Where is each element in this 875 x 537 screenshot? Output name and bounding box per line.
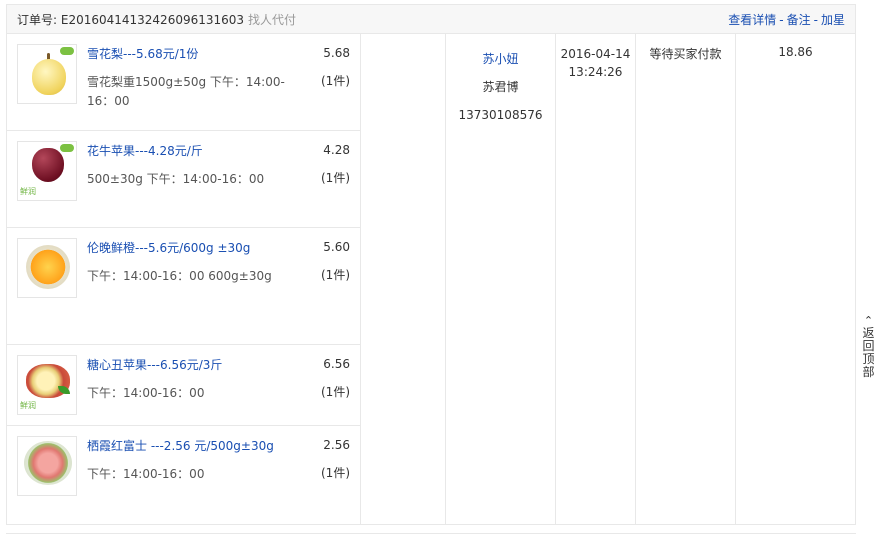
add-star-link[interactable]: 加星 [821, 13, 845, 27]
list-item: 伦晚鲜橙---5.6元/600g ±30g 下午：14:00-16：00 600… [7, 228, 360, 345]
list-item: 鲜润 糖心丑苹果---6.56元/3斤 下午：14:00-16：00 6.56 … [7, 345, 360, 426]
red-apple-icon[interactable]: 鲜润 [17, 141, 77, 201]
orange-icon[interactable] [17, 238, 77, 298]
product-spec: 下午：14:00-16：00 600g±30g [87, 269, 272, 283]
list-item: 栖霞红富士 ---2.56 元/500g±30g 下午：14:00-16：00 … [7, 426, 360, 524]
product-name-link[interactable]: 伦晚鲜橙---5.6元/600g ±30g [87, 238, 287, 258]
unit-price: 5.68 [323, 46, 350, 60]
quantity: (1件) [321, 466, 350, 480]
action-separator: - [813, 12, 818, 27]
product-spec: 500±30g 下午：14:00-16：00 [87, 172, 265, 186]
action-separator: - [779, 12, 784, 27]
unit-price: 6.56 [323, 357, 350, 371]
product-spec: 雪花梨重1500g±50g 下午：14:00-16：00 [87, 75, 285, 108]
pear-icon[interactable] [17, 44, 77, 104]
quantity: (1件) [321, 268, 350, 282]
order-card: 订单号: E20160414132426096131603 找人代付 查看详情 - 备… [6, 4, 856, 525]
cut-apple-icon[interactable]: 鲜润 [17, 355, 77, 415]
order-total: 18.86 [778, 45, 813, 59]
order-status: 等待买家付款 [649, 47, 722, 61]
remark-link[interactable]: 备注 [787, 13, 811, 27]
product-name-link[interactable]: 雪花梨---5.68元/1份 [87, 44, 287, 64]
product-spec: 下午：14:00-16：00 [87, 386, 205, 400]
refund-column [361, 34, 446, 524]
buyer-phone: 13730108576 [458, 108, 543, 122]
unit-price: 5.60 [323, 240, 350, 254]
buyer-column: 苏小妞 苏君博 13730108576 [446, 34, 556, 524]
buyer-nickname-link[interactable]: 苏小妞 [446, 45, 555, 73]
product-name-link[interactable]: 栖霞红富士 ---2.56 元/500g±30g [87, 436, 287, 456]
view-details-link[interactable]: 查看详情 [728, 13, 776, 27]
items-column: 雪花梨---5.68元/1份 雪花梨重1500g±50g 下午：14:00-16… [7, 34, 361, 524]
quantity: (1件) [321, 74, 350, 88]
time-column: 2016-04-14 13:24:26 [556, 34, 636, 524]
order-clock: 13:24:26 [568, 65, 623, 79]
unit-price: 2.56 [323, 438, 350, 452]
order-date: 2016-04-14 [560, 47, 631, 61]
next-order-divider [6, 533, 856, 537]
quantity: (1件) [321, 171, 350, 185]
list-item: 鲜润 花牛苹果---4.28元/斤 500±30g 下午：14:00-16：00… [7, 131, 360, 228]
fuji-apple-icon[interactable] [17, 436, 77, 496]
order-number: 订单号: E20160414132426096131603 [17, 12, 245, 27]
back-to-top-button[interactable]: ⌃ 返 回 顶 部 [862, 314, 875, 379]
total-column: 18.86 [736, 34, 855, 524]
order-actions: 查看详情 - 备注 - 加星 [728, 11, 845, 28]
back-to-top-char: 回 [862, 339, 875, 353]
product-spec: 下午：14:00-16：00 [87, 467, 205, 481]
unit-price: 4.28 [323, 143, 350, 157]
order-header: 订单号: E20160414132426096131603 找人代付 查看详情 - 备… [7, 5, 855, 34]
list-item: 雪花梨---5.68元/1份 雪花梨重1500g±50g 下午：14:00-16… [7, 34, 360, 131]
back-to-top-char: 部 [862, 365, 875, 379]
status-column: 等待买家付款 [636, 34, 736, 524]
order-body: 雪花梨---5.68元/1份 雪花梨重1500g±50g 下午：14:00-16… [7, 34, 855, 524]
order-number-area: 订单号: E20160414132426096131603 找人代付 [17, 11, 296, 28]
quantity: (1件) [321, 385, 350, 399]
order-tag: 找人代付 [248, 12, 297, 27]
product-name-link[interactable]: 糖心丑苹果---6.56元/3斤 [87, 355, 287, 375]
back-to-top-char: 顶 [862, 352, 875, 366]
back-to-top-char: 返 [862, 326, 875, 340]
product-name-link[interactable]: 花牛苹果---4.28元/斤 [87, 141, 287, 161]
buyer-name: 苏君博 [482, 80, 519, 94]
